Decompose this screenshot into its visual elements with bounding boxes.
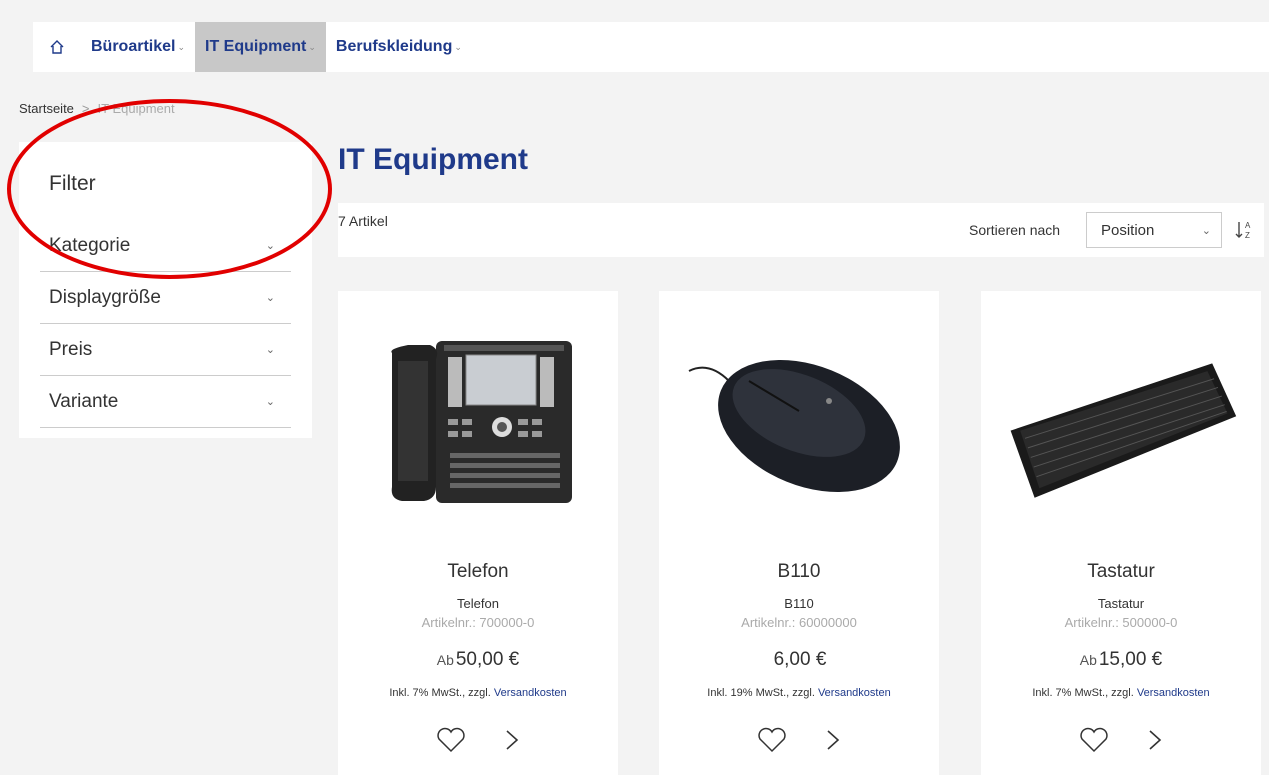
product-card[interactable]: Tastatur Tastatur Artikelnr.: 500000-0 A… xyxy=(981,291,1261,775)
filter-label: Displaygröße xyxy=(49,286,161,308)
heart-icon[interactable] xyxy=(436,727,466,753)
product-image-telefon[interactable] xyxy=(358,311,598,531)
filter-sidebar: Filter Kategorie ⌄ Displaygröße ⌄ Preis … xyxy=(19,142,312,438)
mouse-image xyxy=(688,359,900,493)
sort-select[interactable]: Position ⌄ xyxy=(1086,212,1222,248)
product-price: Ab 15,00 € xyxy=(981,649,1261,671)
breadcrumb-home-link[interactable]: Startseite xyxy=(19,101,74,116)
shipping-link[interactable]: Versandkosten xyxy=(818,687,891,699)
tax-info: Inkl. 7% MwSt., zzgl. Versandkosten xyxy=(981,687,1261,699)
home-link[interactable] xyxy=(33,22,81,72)
sort-direction-icon[interactable]: A Z xyxy=(1234,218,1256,242)
filter-label: Variante xyxy=(49,390,119,412)
nav-item-label: Büroartikel xyxy=(91,38,176,55)
product-sku: Artikelnr.: 60000000 xyxy=(741,615,857,630)
filter-label: Preis xyxy=(49,338,93,360)
heart-icon[interactable] xyxy=(757,727,787,753)
price-value: 6,00 € xyxy=(773,649,827,670)
price-value: 50,00 € xyxy=(455,649,520,670)
product-image-b110[interactable] xyxy=(679,311,919,531)
listing-toolbar: 7 Artikel Sortieren nach Position ⌄ A Z xyxy=(338,203,1264,257)
product-card[interactable]: Telefon Telefon Artikelnr.: 700000-0 Ab 5… xyxy=(338,291,618,775)
product-price: 6,00 € xyxy=(659,649,939,671)
product-price: Ab 50,00 € xyxy=(338,649,618,671)
tax-text: Inkl. 7% MwSt., zzgl. xyxy=(1032,687,1134,699)
filter-label: Kategorie xyxy=(49,234,131,256)
home-icon xyxy=(50,40,64,54)
page-title: IT Equipment xyxy=(338,143,528,176)
main-navigation: Büroartikel ⌄ IT Equipment ⌄ Berufskleidun… xyxy=(33,22,1269,72)
chevron-right-icon[interactable] xyxy=(1147,728,1163,752)
chevron-right-icon[interactable] xyxy=(504,728,520,752)
chevron-down-icon: ⌄ xyxy=(265,344,275,356)
product-name[interactable]: Tastatur xyxy=(981,561,1261,583)
filter-variante[interactable]: Variante ⌄ xyxy=(40,376,291,428)
product-name[interactable]: B110 xyxy=(659,561,939,583)
product-subtitle: B110 xyxy=(784,596,814,611)
chevron-right-icon[interactable] xyxy=(825,728,841,752)
product-actions xyxy=(338,727,618,753)
product-sku: Artikelnr.: 500000-0 xyxy=(1064,615,1178,630)
price-prefix: Ab xyxy=(1079,652,1097,668)
filter-preis[interactable]: Preis ⌄ xyxy=(40,324,291,376)
phone-image xyxy=(391,341,572,503)
product-subtitle: Telefon xyxy=(457,596,499,611)
nav-item-label: IT Equipment xyxy=(205,38,307,55)
heart-icon[interactable] xyxy=(1079,727,1109,753)
breadcrumb-current: IT Equipment xyxy=(97,101,175,116)
tax-text: Inkl. 19% MwSt., zzgl. xyxy=(707,687,815,699)
tax-info: Inkl. 19% MwSt., zzgl. Versandkosten xyxy=(659,687,939,699)
filter-title: Filter xyxy=(49,172,96,195)
nav-item-it-equipment[interactable]: IT Equipment ⌄ xyxy=(195,22,326,72)
filter-kategorie[interactable]: Kategorie ⌄ xyxy=(40,220,291,272)
breadcrumb-separator: > xyxy=(81,101,90,116)
product-card[interactable]: B110 B110 Artikelnr.: 60000000 6,00 € In… xyxy=(659,291,939,775)
product-actions xyxy=(981,727,1261,753)
price-value: 15,00 € xyxy=(1098,649,1163,670)
nav-item-berufskleidung[interactable]: Berufskleidung ⌄ xyxy=(326,22,472,72)
product-actions xyxy=(659,727,939,753)
tax-text: Inkl. 7% MwSt., zzgl. xyxy=(389,687,491,699)
chevron-down-icon: ⌄ xyxy=(265,396,275,408)
price-prefix: Ab xyxy=(436,652,454,668)
svg-text:Z: Z xyxy=(1245,231,1250,240)
nav-item-label: Berufskleidung xyxy=(335,38,453,55)
chevron-down-icon: ⌄ xyxy=(265,292,275,304)
chevron-down-icon: ⌄ xyxy=(177,41,186,52)
svg-text:A: A xyxy=(1245,221,1251,230)
sort-value: Position xyxy=(1101,221,1155,239)
chevron-down-icon: ⌄ xyxy=(308,41,316,52)
product-name[interactable]: Telefon xyxy=(338,561,618,583)
product-count: 7 Artikel xyxy=(338,213,388,229)
shipping-link[interactable]: Versandkosten xyxy=(1137,687,1210,699)
sort-label: Sortieren nach xyxy=(969,222,1061,238)
chevron-down-icon: ⌄ xyxy=(454,41,462,52)
product-image-tastatur[interactable] xyxy=(1001,311,1241,531)
keyboard-image xyxy=(1010,363,1237,498)
chevron-down-icon: ⌄ xyxy=(265,240,275,252)
tax-info: Inkl. 7% MwSt., zzgl. Versandkosten xyxy=(338,687,618,699)
product-subtitle: Tastatur xyxy=(1097,596,1145,611)
breadcrumb: Startseite > IT Equipment xyxy=(19,101,175,116)
chevron-down-icon: ⌄ xyxy=(1201,224,1211,237)
product-sku: Artikelnr.: 700000-0 xyxy=(421,615,535,630)
nav-item-bueroartikel[interactable]: Büroartikel ⌄ xyxy=(81,22,195,72)
shipping-link[interactable]: Versandkosten xyxy=(494,687,567,699)
filter-displaygroesse[interactable]: Displaygröße ⌄ xyxy=(40,272,291,324)
